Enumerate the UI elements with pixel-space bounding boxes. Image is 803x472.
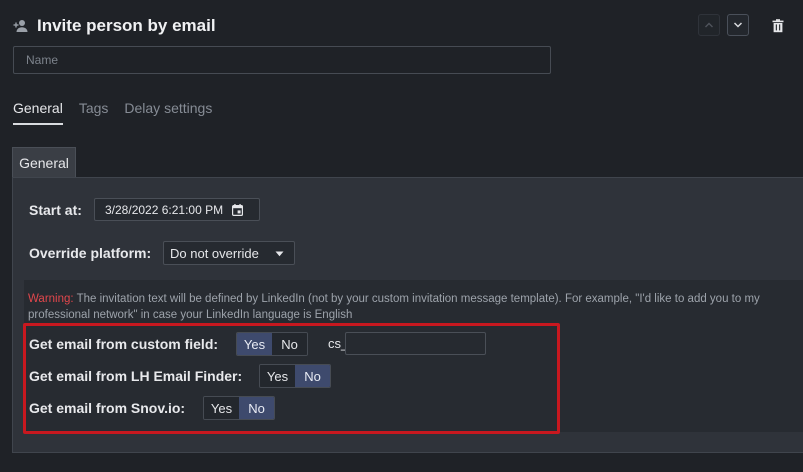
- start-at-label: Start at:: [29, 202, 82, 218]
- snovio-email-label: Get email from Snov.io:: [29, 400, 186, 416]
- settings-tabs: General Tags Delay settings: [13, 100, 228, 125]
- warning-prefix: Warning:: [28, 293, 74, 305]
- name-input[interactable]: [13, 46, 551, 74]
- step-header: Invite person by email: [13, 14, 216, 38]
- warning-message: Warning: The invitation text will be def…: [28, 291, 788, 323]
- lh-email-finder-no-option[interactable]: No: [295, 365, 330, 387]
- snovio-email-toggle: Yes No: [203, 396, 275, 420]
- calendar-icon[interactable]: [232, 203, 244, 216]
- tab-delay-settings[interactable]: Delay settings: [124, 100, 212, 125]
- start-at-value: 3/28/2022 6:21:00 PM: [105, 202, 224, 217]
- move-down-button[interactable]: [727, 14, 749, 36]
- tab-general[interactable]: General: [13, 100, 63, 125]
- chevron-up-icon: [705, 22, 713, 28]
- invite-by-email-editor: Invite person by email General Tags Dela…: [0, 0, 803, 472]
- trash-icon: [772, 19, 784, 33]
- custom-field-email-toggle: Yes No: [236, 332, 308, 356]
- delete-step-button[interactable]: [770, 17, 786, 35]
- override-platform-label: Override platform:: [29, 245, 152, 261]
- override-platform-select[interactable]: Do not override: [163, 241, 295, 265]
- override-platform-value: Do not override: [170, 245, 259, 261]
- caret-down-icon: [275, 251, 284, 257]
- move-up-button[interactable]: [698, 14, 720, 36]
- warning-text: The invitation text will be defined by L…: [28, 293, 760, 321]
- tab-tags[interactable]: Tags: [79, 100, 109, 125]
- custom-field-email-label: Get email from custom field:: [29, 336, 219, 352]
- start-at-datetime-input[interactable]: 3/28/2022 6:21:00 PM: [94, 198, 260, 221]
- custom-field-no-option[interactable]: No: [272, 333, 307, 355]
- snovio-no-option[interactable]: No: [239, 397, 274, 419]
- chevron-down-icon: [733, 22, 743, 28]
- snovio-yes-option[interactable]: Yes: [204, 397, 239, 419]
- person-add-icon: [13, 18, 29, 34]
- step-title: Invite person by email: [37, 16, 216, 35]
- panel-tab-general[interactable]: General: [12, 147, 76, 177]
- lh-email-finder-toggle: Yes No: [259, 364, 331, 388]
- lh-email-finder-yes-option[interactable]: Yes: [260, 365, 295, 387]
- lh-email-finder-label: Get email from LH Email Finder:: [29, 368, 243, 384]
- custom-field-name-input[interactable]: [345, 332, 486, 355]
- custom-field-yes-option[interactable]: Yes: [237, 333, 272, 355]
